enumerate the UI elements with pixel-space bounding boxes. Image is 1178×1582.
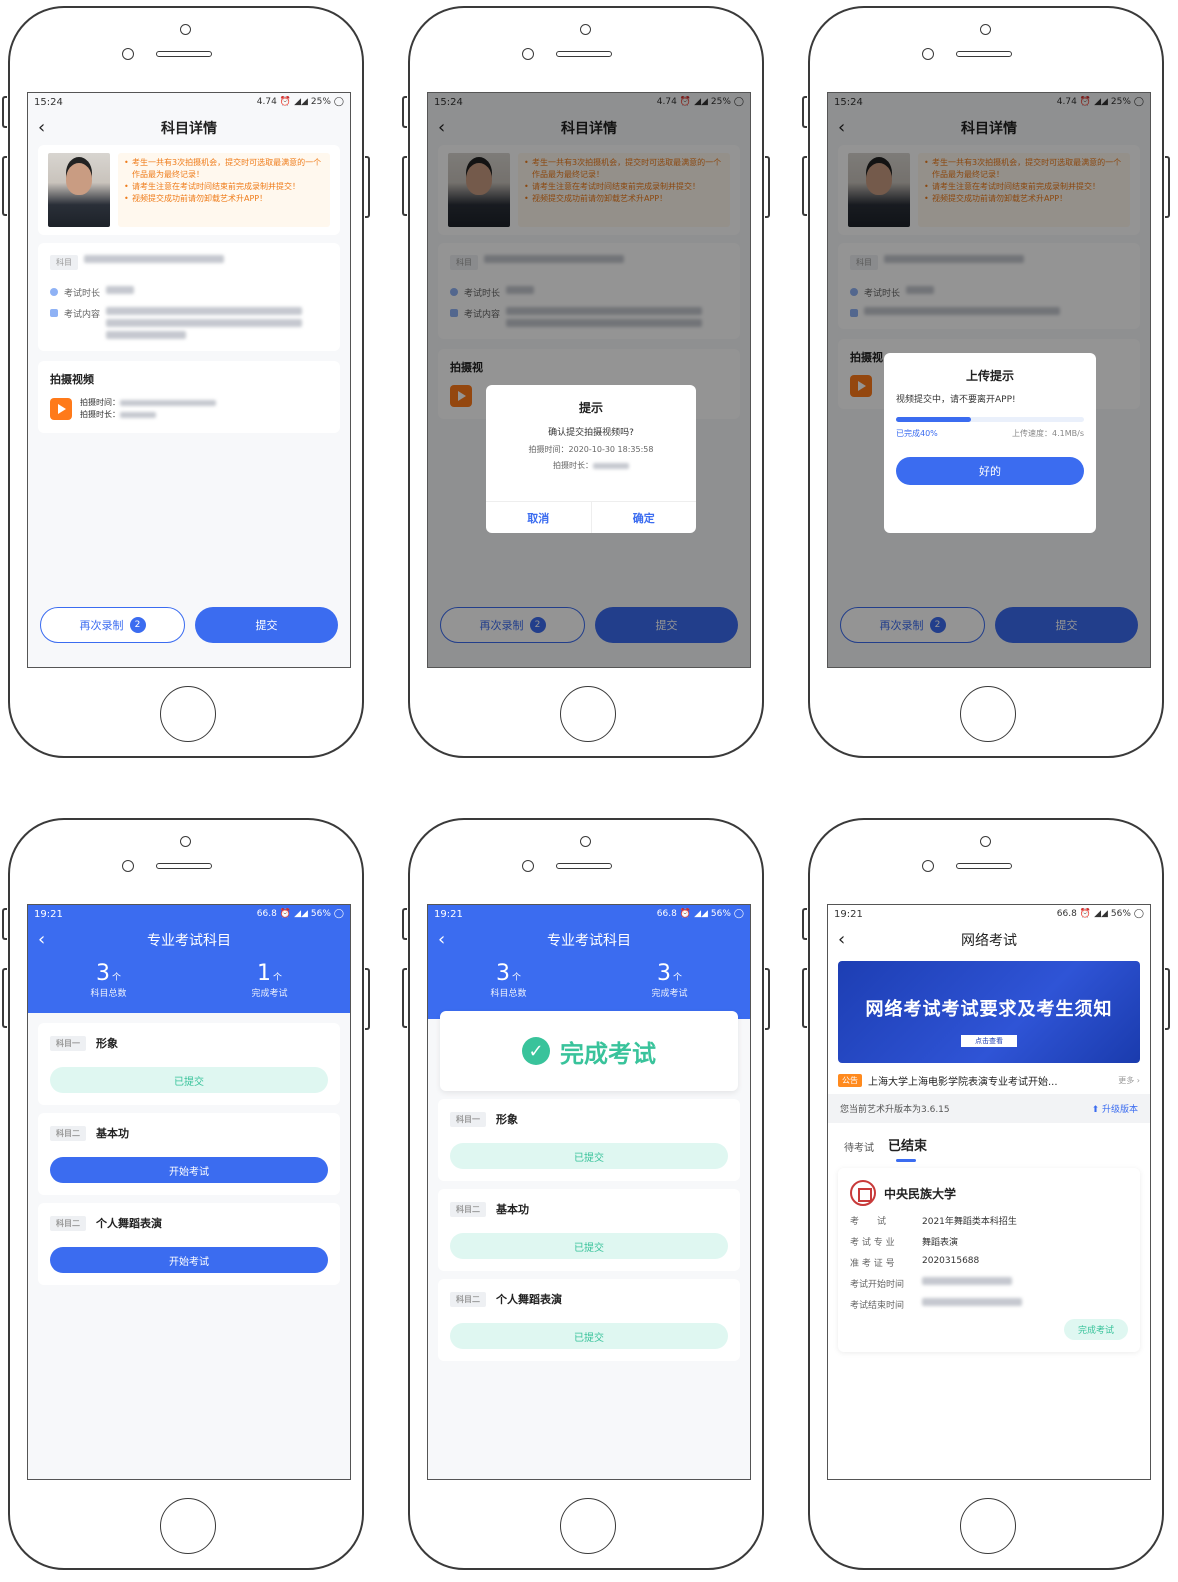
start-exam-button[interactable]: 开始考试 [50,1247,328,1273]
content-icon [50,309,58,317]
rerecord-button[interactable]: 再次录制 2 [40,607,185,643]
screen-exam-subjects: 19:21 66.8 ⏰ ◢◢ 56% ◯ ‹ 专业考试科目 3 个科目总数 1 个完成考试 科… [27,904,351,1480]
total-stat: 3 个科目总数 [90,961,127,999]
home-button[interactable] [160,686,216,742]
page-title: 专业考试科目 [547,933,631,949]
submitted-button[interactable]: 已提交 [50,1067,328,1093]
version-bar: 您当前艺术升版本为3.6.15 ⬆ 升级版本 [828,1094,1150,1123]
alarm-icon: ⏰ [279,97,292,107]
video-card: 拍摄视频 拍摄时间： 拍摄时长： [38,361,340,433]
screen-confirm-dialog: 15:244.74⏰◢◢25%◯ ‹科目详情 考生一共有3次拍摄机会，提交时可选… [427,92,751,668]
notice-list: 考生一共有3次拍摄机会，提交时可选取最满意的一个作品最为最终记录！ 请考生注意在… [118,153,330,227]
phone-frame-6: 19:21 66.8 ⏰ ◢◢ 56% ◯ ‹ 网络考试 网络考试考试要求及考生须知 点击查… [802,818,1170,1570]
ok-button[interactable]: 好的 [896,457,1084,485]
status-bar: 15:24 4.74 ⏰ ◢◢ 25% ◯ [34,96,344,108]
more-link[interactable]: 更多 › [1118,1075,1140,1086]
page-title: 科目详情 [161,121,217,137]
alarm-icon: ⏰ [679,909,692,919]
phone-frame-2: 15:244.74⏰◢◢25%◯ ‹科目详情 考生一共有3次拍摄机会，提交时可选… [402,6,770,758]
play-icon[interactable] [50,398,72,420]
start-exam-button[interactable]: 开始考试 [50,1157,328,1183]
home-button[interactable] [960,686,1016,742]
modal-overlay[interactable] [428,93,750,667]
subject-card: 科目二 基本功 开始考试 [38,1113,340,1195]
submit-button[interactable]: 提交 [195,607,338,643]
battery-icon: ◯ [1133,909,1144,919]
battery-icon: ◯ [333,97,344,107]
back-icon[interactable]: ‹ [838,929,845,950]
cancel-button[interactable]: 取消 [486,502,591,533]
screen-subject-detail: 15:24 4.74⏰◢◢25%◯ ‹ 科目详情 考生一共有3次拍摄机会，提交时… [27,92,351,668]
done-stat: 1 个完成考试 [251,961,288,999]
submitted-button[interactable]: 已提交 [450,1233,728,1259]
signal-icon: ◢◢ [1094,909,1108,919]
tab-ended[interactable]: 已结束 [888,1135,927,1162]
back-icon[interactable]: ‹ [438,929,445,950]
confirm-dialog: 提示 确认提交拍摄视频吗? 拍摄时间：2020-10-30 18:35:58 拍… [486,385,696,533]
screen-online-exam: 19:21 66.8 ⏰ ◢◢ 56% ◯ ‹ 网络考试 网络考试考试要求及考生须知 点击查… [827,904,1151,1480]
done-stat: 3 个完成考试 [651,961,688,999]
subject-card: 科目二 个人舞蹈表演 开始考试 [38,1203,340,1285]
phone-frame-3: 15:244.74⏰◢◢25%◯ ‹科目详情 考生一共有3次拍摄机会，提交时可选… [802,6,1170,758]
upgrade-button[interactable]: ⬆ 升级版本 [1092,1102,1138,1115]
submitted-button[interactable]: 已提交 [450,1143,728,1169]
action-bar: 再次录制 2 提交 [28,607,350,643]
view-button[interactable]: 点击查看 [961,1035,1017,1047]
avatar [48,153,110,227]
screen-exam-complete: 19:21 66.8 ⏰ ◢◢ 56% ◯ ‹ 专业考试科目 3 个科目总数 3 个完成考试 ✓… [427,904,751,1480]
subject-card: 科目一 形象 已提交 [38,1023,340,1105]
upload-dialog: 上传提示 视频提交中，请不要离开APP! 已完成40% 上传速度：4.1MB/s… [884,353,1096,533]
home-button[interactable] [560,686,616,742]
submitted-button[interactable]: 已提交 [450,1323,728,1349]
exam-card[interactable]: 中央民族大学 考 试 2021年舞蹈类本科招生 考 试 专 业舞蹈表演 准 考 证… [838,1168,1140,1352]
phone-frame-4: 19:21 66.8 ⏰ ◢◢ 56% ◯ ‹ 专业考试科目 3 个科目总数 1 个完成考试 科… [2,818,370,1570]
signal-icon: ◢◢ [294,97,308,107]
page-title: 网络考试 [961,933,1017,949]
alarm-icon: ⏰ [1079,909,1092,919]
screen-upload-dialog: 15:244.74⏰◢◢25%◯ ‹科目详情 考生一共有3次拍摄机会，提交时可选… [827,92,1151,668]
phone-frame-1: 15:24 4.74⏰◢◢25%◯ ‹ 科目详情 考生一共有3次拍摄机会，提交时… [2,6,370,758]
back-icon[interactable]: ‹ [38,929,45,950]
tab-pending[interactable]: 待考试 [844,1139,874,1154]
total-stat: 3 个科目总数 [490,961,527,999]
phone-frame-5: 19:21 66.8 ⏰ ◢◢ 56% ◯ ‹ 专业考试科目 3 个科目总数 3 个完成考试 ✓… [402,818,770,1570]
battery-icon: ◯ [733,909,744,919]
signal-icon: ◢◢ [294,909,308,919]
home-button[interactable] [160,1498,216,1554]
exam-rules-banner[interactable]: 网络考试考试要求及考生须知 点击查看 [838,961,1140,1063]
announcement-bar[interactable]: 公告 上海大学上海电影学院表演专业考试开始... 更多 › [828,1067,1150,1094]
notice-card: 考生一共有3次拍摄机会，提交时可选取最满意的一个作品最为最终记录！ 请考生注意在… [38,145,340,235]
upload-progress [896,417,1084,422]
completed-status-button[interactable]: 完成考试 [1063,1319,1128,1340]
complete-banner: ✓ 完成考试 [440,1011,738,1091]
arrow-up-icon: ⬆ [1091,1105,1100,1115]
exam-tabs: 待考试 已结束 [828,1123,1150,1162]
header: 19:21 66.8 ⏰ ◢◢ 56% ◯ ‹ 专业考试科目 3 个科目总数 1 个完成考试 [28,905,350,1013]
page-title: 专业考试科目 [147,933,231,949]
signal-icon: ◢◢ [694,909,708,919]
home-button[interactable] [560,1498,616,1554]
confirm-button[interactable]: 确定 [590,502,697,533]
nav-bar: ‹ 科目详情 [28,111,350,145]
clock-icon [50,288,58,296]
home-button[interactable] [960,1498,1016,1554]
battery-icon: ◯ [333,909,344,919]
subject-info-card: 科目 考试时长 考试内容 [38,243,340,351]
alarm-icon: ⏰ [279,909,292,919]
check-icon: ✓ [522,1037,550,1065]
school-logo [850,1180,876,1206]
back-icon[interactable]: ‹ [38,117,45,138]
